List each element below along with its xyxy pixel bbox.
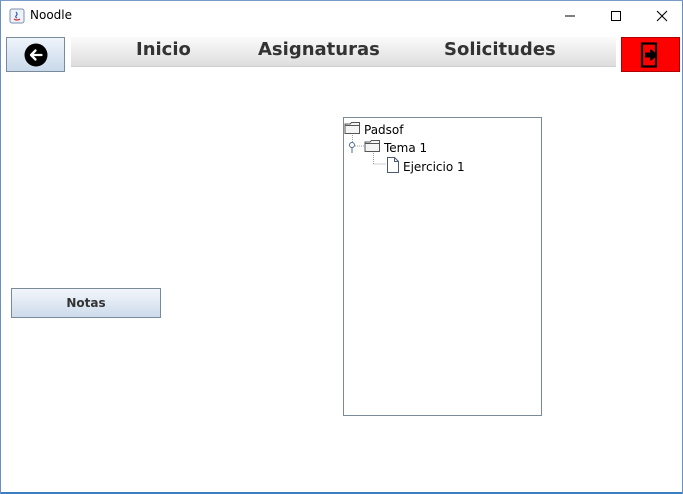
java-app-icon (9, 8, 25, 24)
window-title: Noodle (30, 8, 72, 22)
menu-solicitudes[interactable]: Solicitudes (444, 39, 556, 60)
tree-node-tema[interactable]: Tema 1 (364, 139, 427, 156)
minimize-button[interactable] (547, 1, 593, 31)
close-button[interactable] (639, 1, 683, 31)
main-menu-bar: Inicio Asignaturas Solicitudes (71, 37, 616, 67)
logout-button[interactable] (621, 37, 680, 72)
title-bar: Noodle (1, 1, 682, 31)
tree-node-label: Tema 1 (384, 140, 428, 155)
maximize-button[interactable] (593, 1, 639, 31)
menu-asignaturas[interactable]: Asignaturas (258, 39, 380, 60)
maximize-icon (611, 11, 621, 21)
app-window: Noodle Inicio Asignaturas Solicitudes No… (0, 0, 683, 494)
tree-node-ejercicio[interactable]: Ejercicio 1 (386, 157, 465, 176)
back-button[interactable] (6, 37, 65, 72)
tree-node-root[interactable]: Padsof (344, 121, 404, 138)
notas-button[interactable]: Notas (11, 288, 161, 318)
folder-icon (364, 139, 381, 156)
subject-tree[interactable]: Padsof Tema 1 Ejercicio 1 (343, 117, 542, 416)
arrow-left-circle-icon (24, 43, 47, 66)
exit-door-icon (640, 41, 657, 68)
tree-node-label: Ejercicio 1 (403, 159, 465, 174)
tree-node-label: Padsof (364, 122, 404, 137)
expand-toggle-icon[interactable] (347, 140, 357, 154)
menu-inicio[interactable]: Inicio (136, 39, 191, 60)
file-icon (386, 157, 400, 176)
minimize-icon (565, 15, 575, 17)
close-icon (656, 10, 668, 22)
folder-icon (344, 121, 361, 138)
